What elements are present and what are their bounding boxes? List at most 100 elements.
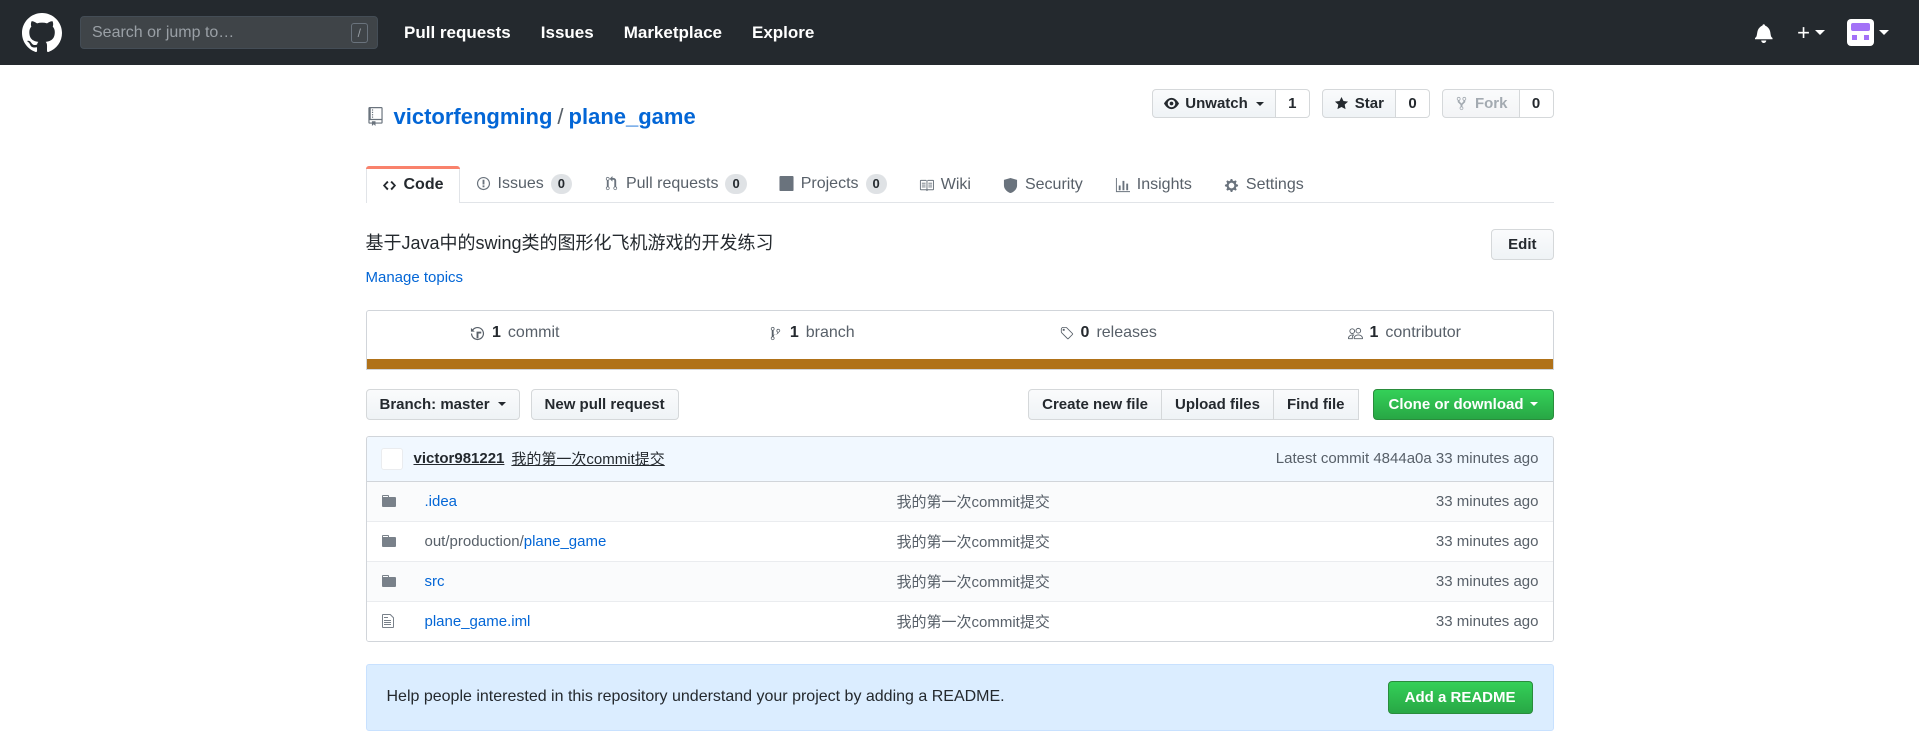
page-title: victorfengming / plane_game (366, 104, 696, 130)
file-commit-message-link[interactable]: 我的第一次commit提交 (897, 574, 1050, 591)
star-button-group: Star 0 (1321, 89, 1430, 118)
global-header: / Pull requests Issues Marketplace Explo… (0, 0, 1919, 65)
file-age-cell: 33 minutes ago (1435, 492, 1539, 510)
file-commit-message-cell: 我的第一次commit提交 (883, 601, 1363, 641)
file-icon-cell (367, 482, 411, 522)
star-button[interactable]: Star (1321, 89, 1396, 118)
tab-issues[interactable]: Issues 0 (460, 164, 588, 203)
graph-icon (1115, 177, 1130, 192)
tab-pull-requests[interactable]: Pull requests 0 (588, 164, 763, 203)
chevron-down-icon (1815, 30, 1825, 35)
file-commit-message-cell: 我的第一次commit提交 (883, 521, 1363, 561)
repo-owner-link[interactable]: victorfengming (394, 104, 553, 130)
commit-message-link[interactable]: 我的第一次commit提交 (511, 448, 664, 469)
global-nav: Pull requests Issues Marketplace Explore (404, 23, 844, 43)
file-name-cell: src (411, 561, 883, 601)
watch-count[interactable]: 1 (1275, 89, 1310, 118)
file-commit-message-link[interactable]: 我的第一次commit提交 (897, 614, 1050, 631)
upload-files-button[interactable]: Upload files (1161, 388, 1274, 420)
commit-author-link[interactable]: victor981221 (414, 450, 505, 467)
tab-pull-requests-label: Pull requests (625, 174, 719, 192)
file-directory-icon (381, 575, 396, 588)
unwatch-button[interactable]: Unwatch (1152, 89, 1276, 118)
eye-icon (1164, 97, 1180, 110)
tab-code-label: Code (403, 176, 444, 194)
nav-explore[interactable]: Explore (752, 23, 814, 43)
file-directory-icon (381, 535, 396, 548)
contributors-label: contributor (1385, 324, 1461, 342)
commits-link[interactable]: 1 commit (470, 324, 559, 342)
user-menu-button[interactable] (1847, 19, 1889, 46)
contributors-count: 1 (1369, 324, 1379, 342)
tab-insights[interactable]: Insights (1099, 166, 1208, 203)
file-table: .idea 我的第一次commit提交 33 minutes ago out/prod… (366, 481, 1553, 641)
nav-issues[interactable]: Issues (541, 23, 594, 43)
fork-label: Fork (1474, 95, 1508, 112)
issue-opened-icon (476, 177, 490, 191)
search-input[interactable] (90, 22, 351, 43)
nav-pull-requests[interactable]: Pull requests (404, 23, 511, 43)
file-commit-message-link[interactable]: 我的第一次commit提交 (897, 494, 1050, 511)
tab-wiki[interactable]: Wiki (903, 166, 987, 203)
file-link[interactable]: .idea (425, 493, 458, 510)
fork-button[interactable]: Fork (1441, 89, 1520, 118)
tab-settings[interactable]: Settings (1208, 166, 1320, 203)
chevron-down-icon (497, 402, 506, 407)
branches-link[interactable]: 1 branch (768, 324, 855, 342)
file-icon-cell (367, 521, 411, 561)
git-pull-request-icon (605, 176, 618, 191)
add-readme-button[interactable]: Add a README (1387, 680, 1533, 714)
file-commit-message-link[interactable]: 我的第一次commit提交 (897, 534, 1050, 551)
branch-select-label: Branch: master (379, 395, 490, 413)
fork-count[interactable]: 0 (1519, 89, 1554, 118)
file-link[interactable]: plane_game (524, 533, 607, 550)
commits-label: commit (507, 324, 560, 342)
releases-count: 0 (1080, 324, 1090, 342)
find-file-button[interactable]: Find file (1274, 388, 1359, 420)
repo-name-link[interactable]: plane_game (569, 104, 696, 130)
nav-marketplace[interactable]: Marketplace (624, 23, 722, 43)
tab-projects-label: Projects (800, 174, 859, 192)
repository-icon (367, 107, 383, 127)
bell-icon[interactable] (1755, 23, 1775, 43)
file-age-cell: 33 minutes ago (1435, 572, 1539, 590)
commits-count: 1 (492, 324, 501, 342)
tab-issues-count: 0 (550, 173, 572, 195)
tab-security-label: Security (1024, 176, 1083, 194)
summary-releases: 0 releases (960, 324, 1257, 346)
tab-code[interactable]: Code (365, 166, 460, 204)
releases-label: releases (1096, 324, 1157, 342)
create-new-file-button[interactable]: Create new file (1028, 388, 1162, 420)
contributors-link[interactable]: 1 contributor (1347, 324, 1461, 342)
table-row: out/production/plane_game 我的第一次commit提交 33… (366, 521, 1553, 562)
search-box[interactable]: / (80, 16, 378, 49)
edit-button[interactable]: Edit (1491, 229, 1554, 261)
unwatch-label: Unwatch (1185, 95, 1248, 112)
repo-action-buttons: Unwatch 1 Star 0 Fork 0 (1152, 89, 1554, 118)
repo-header: victorfengming / plane_game Unwatch 1 St… (365, 65, 1554, 204)
search-shortcut-key: / (350, 22, 368, 43)
clone-or-download-button[interactable]: Clone or download (1372, 388, 1554, 420)
file-navigation-toolbar: Branch: master New pull request Create n… (365, 388, 1554, 420)
star-icon (1334, 96, 1348, 110)
book-icon (919, 179, 934, 191)
tab-security[interactable]: Security (987, 166, 1099, 203)
tab-settings-label: Settings (1245, 176, 1304, 194)
releases-link[interactable]: 0 releases (1059, 324, 1157, 342)
tab-pull-requests-count: 0 (725, 173, 747, 195)
new-pull-request-button[interactable]: New pull request (530, 388, 679, 420)
tab-wiki-label: Wiki (940, 176, 971, 194)
branch-select-button[interactable]: Branch: master (365, 388, 520, 420)
manage-topics-link[interactable]: Manage topics (366, 269, 774, 286)
chevron-down-icon (1879, 30, 1889, 35)
file-link[interactable]: src (425, 573, 445, 590)
create-new-button[interactable]: + (1797, 21, 1825, 44)
star-count[interactable]: 0 (1395, 89, 1430, 118)
file-icon-cell (367, 601, 411, 641)
github-mark-icon[interactable] (22, 12, 62, 53)
clone-label: Clone or download (1388, 395, 1524, 413)
tab-projects[interactable]: Projects 0 (763, 164, 903, 203)
file-link[interactable]: plane_game.iml (425, 613, 531, 630)
commit-sha-link[interactable]: 4844a0a (1373, 450, 1431, 467)
language-bar (366, 358, 1553, 369)
